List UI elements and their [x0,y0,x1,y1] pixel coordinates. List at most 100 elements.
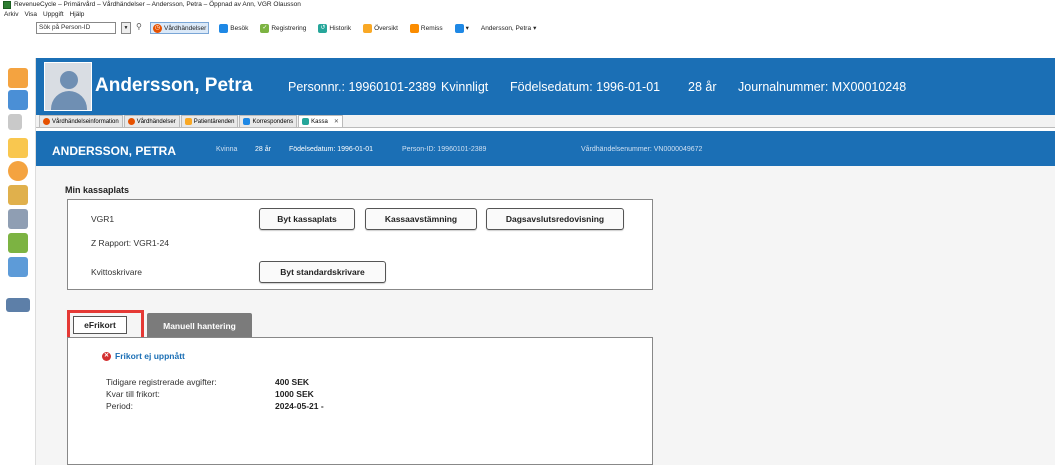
inbox-icon[interactable] [8,185,28,205]
journal-number: Journalnummer: MX00010248 [738,80,907,94]
tab-vardhandelseinformation[interactable]: Vårdhändelseinformation [39,115,123,127]
chevron-down-icon: ▾ [465,25,469,32]
menu-arkiv[interactable]: Arkiv [4,10,18,19]
document-icon[interactable] [8,114,22,130]
avatar [44,62,92,111]
row-label: Period: [106,401,133,411]
toolbar-vardhandelser[interactable]: ◷ Vårdhändelser [150,22,210,34]
document-tabs: Vårdhändelseinformation Vårdhändelser Pa… [36,115,1055,128]
section-title: Min kassaplats [65,185,130,195]
remiss-icon [409,23,419,33]
toolbar-besok[interactable]: Besök [217,22,250,34]
app-icon [3,1,11,9]
byt-standardskrivare-button[interactable]: Byt standardskrivare [259,261,386,283]
besok-icon [219,23,229,33]
row-value: 1000 SEK [275,389,314,399]
toolbar-label: Remiss [420,24,443,32]
row-label: Kvar till frikort: [106,389,160,399]
patient-icon[interactable] [8,68,28,88]
band-event-number: Vårdhändelsenummer: VN0000049672 [581,146,703,153]
band-gender: Kvinna [216,146,238,153]
grid-menu-icon[interactable] [6,298,30,312]
patient-name: Andersson, Petra [95,75,253,96]
main-content: Min kassaplats VGR1 Byt kassaplats Kassa… [36,166,1055,465]
toolbar-label: Registrering [271,24,307,32]
cash-register-icon [302,118,310,125]
kassaplats-panel: VGR1 Byt kassaplats Kassaavstämning Dags… [67,199,653,290]
tools-icon [454,23,464,33]
clipboard-icon[interactable] [8,233,28,253]
tab-korrespondens[interactable]: Korrespondens [239,115,298,127]
frikort-panel: ✕ Frikort ej uppnått Tidigare registrera… [67,337,653,465]
tab-label: Patientärenden [193,118,235,125]
age: 28 år [688,80,717,94]
toolbar-label: Vårdhändelser [164,24,207,32]
left-sidebar [0,58,36,465]
menu-bar: Arkiv Visa Uppgift Hjälp [0,10,1055,19]
band-person-id: Person-ID: 19960101-2389 [402,146,487,153]
band-birthdate: Födelsedatum: 1996-01-01 [289,146,374,153]
tab-patientarenden[interactable]: Patientärenden [180,115,239,127]
row-value: 2024-05-21 - [275,401,324,411]
birthdate: Födelsedatum: 1996-01-01 [510,80,661,94]
search-dropdown-button[interactable]: ▼ [121,22,131,34]
gender: Kvinnligt [441,80,489,94]
menu-visa[interactable]: Visa [24,10,37,19]
band-age: 28 år [255,146,271,153]
kassaavstamning-button[interactable]: Kassaavstämning [365,208,477,230]
toolbar-oversikt[interactable]: Översikt [361,22,400,34]
schedule-icon[interactable] [8,257,28,277]
search-icon[interactable]: ⚲ [136,22,142,31]
folder-icon [184,118,192,125]
dagsavslut-button[interactable]: Dagsavslutsredovisning [486,208,624,230]
menu-hjalp[interactable]: Hjälp [70,10,85,19]
window-title: RevenueCycle – Primärvård – Vårdhändelse… [14,1,301,8]
menu-uppgift[interactable]: Uppgift [43,10,64,19]
patient-dropdown-label: Andersson, Petra [480,24,532,32]
calendar-icon[interactable] [8,90,28,110]
toolbar-extra-dropdown[interactable]: ▾ [453,22,471,34]
historik-icon: ↺ [318,23,328,33]
toolbar: Sök på Person-ID ▼ ⚲ ◷ Vårdhändelser Bes… [0,19,1055,37]
row-value: 400 SEK [275,377,310,387]
title-bar: RevenueCycle – Primärvård – Vårdhändelse… [0,0,1055,10]
row-label: Tidigare registrerade avgifter: [106,377,217,387]
vardhandelser-icon [127,118,135,125]
users-icon[interactable] [8,161,28,181]
chevron-down-icon: ▾ [533,25,537,32]
tab-efrikort[interactable]: eFrikort [73,316,127,334]
printer-label: Kvittoskrivare [91,267,143,277]
toolbar-label: Översikt [374,24,398,32]
tab-kassa[interactable]: Kassa ✕ [298,115,343,127]
vardhandelser-icon: ◷ [153,23,162,33]
byt-kassaplats-button[interactable]: Byt kassaplats [259,208,355,230]
tab-label: Vårdhändelser [136,118,176,125]
tab-label: Kassa [311,118,328,125]
tab-label: Vårdhändelseinformation [52,118,119,125]
band-patient-name: ANDERSSON, PETRA [52,144,177,158]
patient-dropdown[interactable]: Andersson, Petra ▾ [479,22,539,34]
app-window: RevenueCycle – Primärvård – Vårdhändelse… [0,0,1055,465]
error-icon: ✕ [102,351,111,361]
toolbar-label: Besök [230,24,249,32]
registrering-icon: ✓ [260,23,270,33]
patient-header: Andersson, Petra Personnr.: 19960101-238… [36,58,1055,115]
toolbar-label: Historik [329,24,352,32]
register-icon[interactable] [8,209,28,229]
vardhandelser-icon [43,118,50,125]
kassaplats-location: VGR1 [91,214,115,224]
frikort-status-text: Frikort ej uppnått [115,351,185,361]
toolbar-registrering[interactable]: ✓ Registrering [258,22,308,34]
toolbar-remiss[interactable]: Remiss [408,22,445,34]
tab-label: Korrespondens [252,118,294,125]
frikort-status: ✕ Frikort ej uppnått [102,351,185,361]
tab-vardhandelser[interactable]: Vårdhändelser [123,115,180,127]
toolbar-historik[interactable]: ↺ Historik [316,22,353,34]
person-search-input[interactable]: Sök på Person-ID [36,22,116,34]
folder-icon[interactable] [8,138,28,158]
tab-manuell-hantering[interactable]: Manuell hantering [147,313,252,339]
z-report: Z Rapport: VGR1-24 [91,238,169,248]
mail-icon [243,118,251,125]
close-icon[interactable]: ✕ [334,118,339,125]
personnr: Personnr.: 19960101-2389 [288,80,437,94]
